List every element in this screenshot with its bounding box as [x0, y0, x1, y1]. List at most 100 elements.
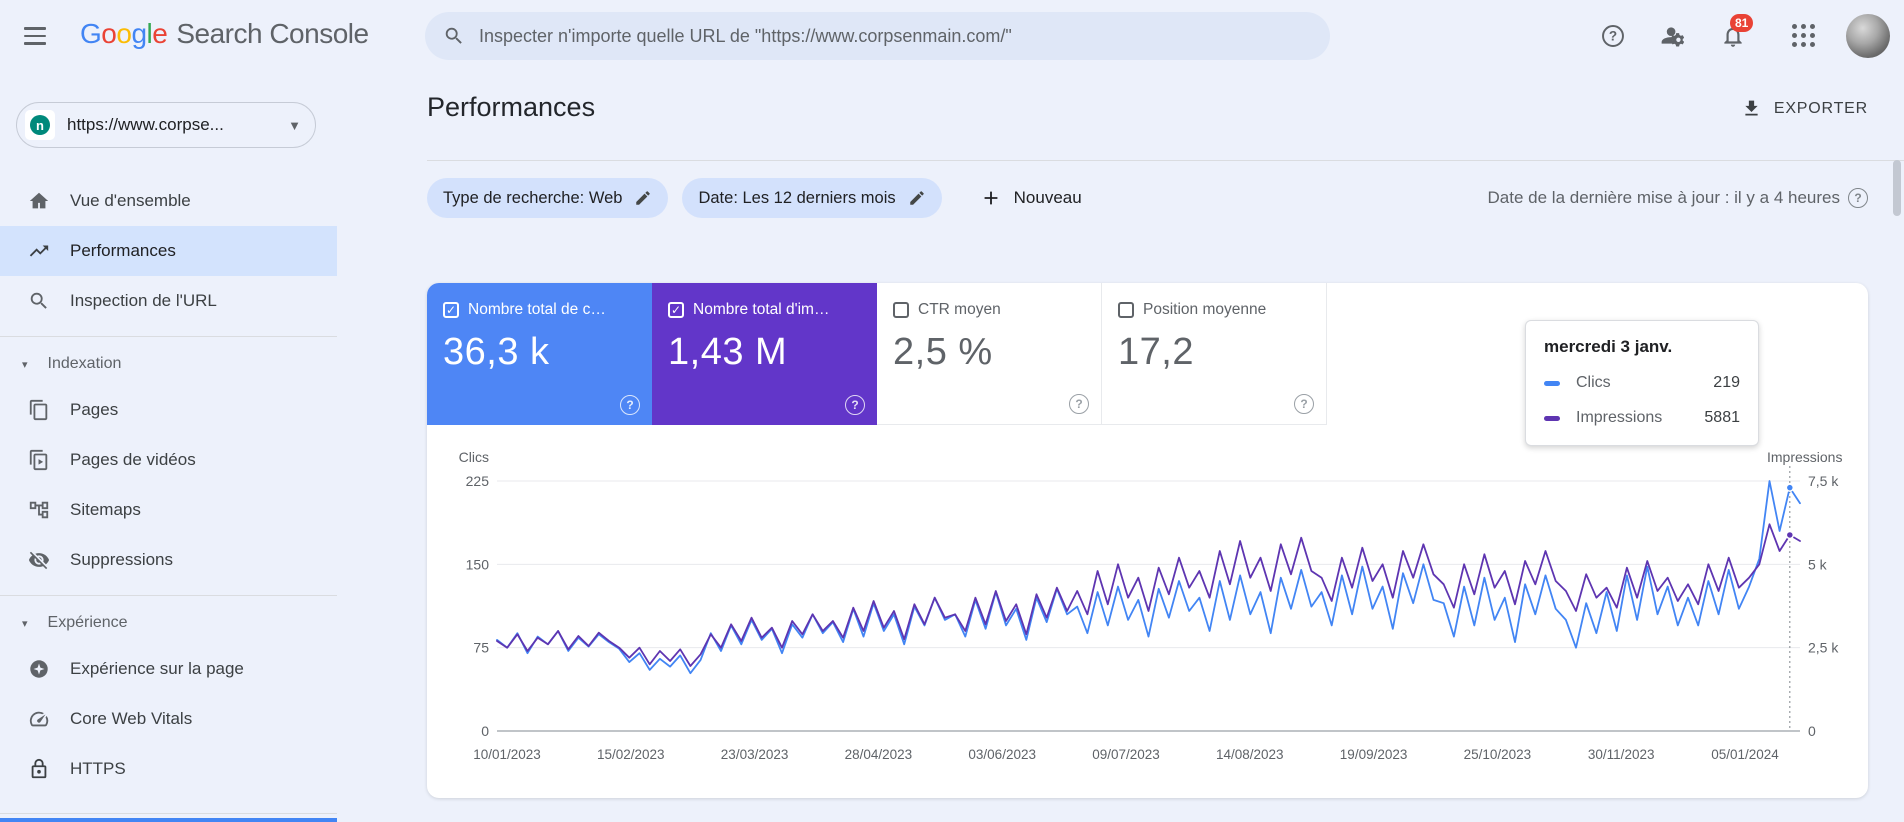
product-name: Search Console	[176, 18, 369, 49]
sidebar-item-https[interactable]: HTTPS	[0, 744, 337, 794]
metric-card-2[interactable]: ✓ Nombre total d'im… 1,43 M?	[652, 283, 877, 425]
svg-text:150: 150	[466, 556, 490, 572]
pages-icon	[28, 399, 50, 421]
new-filter-button[interactable]: Nouveau	[980, 187, 1082, 209]
series-line-clics	[496, 480, 1801, 675]
sidebar-bottom-indicator	[0, 818, 337, 822]
scrollbar[interactable]	[1893, 160, 1901, 216]
sidebar-section: ▾ Indexation Pages Pages de vidéos Sitemaps S…	[0, 336, 337, 587]
tooltip-row: Impressions 5881	[1544, 409, 1740, 427]
sidebar-item-label: Core Web Vitals	[70, 709, 193, 728]
page-title: Performances	[427, 92, 596, 122]
last-update-status: Date de la dernière mise à jour : il y a…	[1488, 188, 1868, 208]
metric-card-3[interactable]: CTR moyen 2,5 %?	[877, 283, 1102, 425]
app-logo: Google Search Console	[80, 18, 369, 50]
series-line-impressions	[496, 523, 1801, 667]
sidebar-item-suppressions[interactable]: Suppressions	[0, 535, 337, 585]
property-label: https://www.corpse...	[67, 115, 224, 134]
svg-text:?: ?	[1609, 29, 1617, 44]
performance-panel: ✓ Nombre total de c… 36,3 k? ✓ Nombre total …	[427, 283, 1868, 798]
svg-text:5 k: 5 k	[1808, 556, 1828, 572]
svg-text:10/01/2023: 10/01/2023	[473, 747, 541, 762]
metric-help-icon[interactable]: ?	[620, 395, 640, 415]
chart-tooltip: mercredi 3 janv. Clics 219 Impressions 5881	[1525, 320, 1759, 446]
account-avatar[interactable]	[1846, 14, 1890, 58]
svg-text:75: 75	[473, 640, 489, 656]
sidebar-section-header-expérience[interactable]: ▾ Expérience	[0, 602, 337, 644]
sidebar-item-sitemaps[interactable]: Sitemaps	[0, 485, 337, 535]
download-icon	[1745, 100, 1758, 116]
metric-cards: ✓ Nombre total de c… 36,3 k? ✓ Nombre total …	[427, 283, 1327, 425]
metric-label: Nombre total d'im…	[693, 301, 830, 318]
hamburger-menu-icon[interactable]	[24, 23, 50, 49]
filter-bar: Type de recherche: Web Date: Les 12 derni…	[427, 176, 1868, 220]
metric-value: 36,3 k	[443, 331, 550, 373]
sidebar-nav: Vue d'ensemble Performances Inspection de …	[0, 174, 337, 796]
notifications-bell-icon[interactable]: 81	[1720, 14, 1754, 49]
sidebar: n https://www.corpse... ▼ Vue d'ensemble…	[0, 72, 337, 822]
notifications-count-badge: 81	[1730, 14, 1754, 32]
sidebar-item-core-web-vitals[interactable]: Core Web Vitals	[0, 694, 337, 744]
google-apps-grid-icon[interactable]	[1792, 24, 1816, 48]
filter-chip[interactable]: Type de recherche: Web	[427, 178, 669, 218]
sidebar-item-exp-rience-sur-la-page[interactable]: Expérience sur la page	[0, 644, 337, 694]
sitemaps-icon	[28, 499, 50, 521]
sidebar-item-label: Expérience sur la page	[70, 659, 244, 678]
url-inspection-icon	[28, 290, 50, 312]
metric-help-icon[interactable]: ?	[1069, 394, 1089, 414]
checked-checkbox[interactable]: ✓	[443, 302, 459, 318]
help-icon[interactable]: ?	[1600, 23, 1626, 49]
topbar-actions: ? 81	[1566, 0, 1890, 72]
collapse-triangle-icon: ▾	[22, 617, 28, 630]
sidebar-item-inspection-de-l-url[interactable]: Inspection de l'URL	[0, 276, 337, 326]
svg-text:25/10/2023: 25/10/2023	[1464, 747, 1532, 762]
sidebar-item-label: Sitemaps	[70, 500, 141, 519]
metric-label: Position moyenne	[1143, 301, 1267, 318]
unchecked-checkbox[interactable]	[1118, 302, 1134, 318]
logo-letter: G	[80, 18, 102, 49]
unchecked-checkbox[interactable]	[893, 302, 909, 318]
tooltip-series-label: Impressions	[1576, 409, 1663, 426]
svg-text:03/06/2023: 03/06/2023	[968, 747, 1036, 762]
filter-chip[interactable]: Date: Les 12 derniers mois	[682, 178, 942, 218]
help-circle-icon[interactable]: ?	[1848, 188, 1868, 208]
performance-chart[interactable]: 225 7,5 k 150 5 k 75 2,5 k 0 0 Clics Impressions 1…	[427, 448, 1868, 793]
svg-text:0: 0	[481, 723, 489, 739]
export-button[interactable]: EXPORTER	[1741, 98, 1868, 119]
svg-text:09/07/2023: 09/07/2023	[1092, 747, 1160, 762]
sidebar-item-pages[interactable]: Pages	[0, 385, 337, 435]
section-header-label: Indexation	[47, 355, 122, 372]
checked-checkbox[interactable]: ✓	[668, 302, 684, 318]
metric-help-icon[interactable]: ?	[845, 395, 865, 415]
series-dash-icon	[1544, 380, 1560, 386]
metric-card-1[interactable]: ✓ Nombre total de c… 36,3 k?	[427, 283, 652, 425]
url-inspection-searchbar[interactable]	[425, 12, 1330, 60]
search-input[interactable]	[479, 25, 1312, 47]
video-pages-icon	[28, 449, 50, 471]
sidebar-item-label: Performances	[70, 241, 176, 260]
sidebar-item-label: Pages	[70, 400, 119, 419]
svg-text:05/01/2024: 05/01/2024	[1711, 747, 1779, 762]
svg-text:14/08/2023: 14/08/2023	[1216, 747, 1284, 762]
sidebar-section-header-indexation[interactable]: ▾ Indexation	[0, 343, 337, 385]
tooltip-series-label: Clics	[1576, 374, 1611, 391]
user-settings-icon[interactable]	[1660, 23, 1686, 49]
section-header-label: Expérience	[47, 614, 128, 631]
sidebar-item-performances[interactable]: Performances	[0, 226, 337, 276]
page-experience-icon	[28, 658, 50, 680]
metric-label: CTR moyen	[918, 301, 1001, 318]
edit-pencil-icon	[636, 191, 651, 205]
sidebar-item-label: Inspection de l'URL	[70, 291, 217, 310]
svg-text:225: 225	[466, 473, 490, 489]
sidebar-item-pages-de-vid-os[interactable]: Pages de vidéos	[0, 435, 337, 485]
series-dash-icon	[1544, 415, 1560, 421]
property-favicon: n	[25, 110, 55, 140]
sidebar-item-vue-d-ensemble[interactable]: Vue d'ensemble	[0, 176, 337, 226]
chevron-down-icon: ▼	[288, 117, 301, 133]
logo-letter: o	[101, 18, 117, 49]
metric-help-icon[interactable]: ?	[1294, 394, 1314, 414]
logo-letter: o	[116, 18, 132, 49]
metric-card-4[interactable]: Position moyenne 17,2?	[1102, 283, 1327, 425]
property-selector[interactable]: n https://www.corpse... ▼	[16, 102, 316, 148]
topbar: Google Search Console ? 81	[0, 0, 1904, 72]
